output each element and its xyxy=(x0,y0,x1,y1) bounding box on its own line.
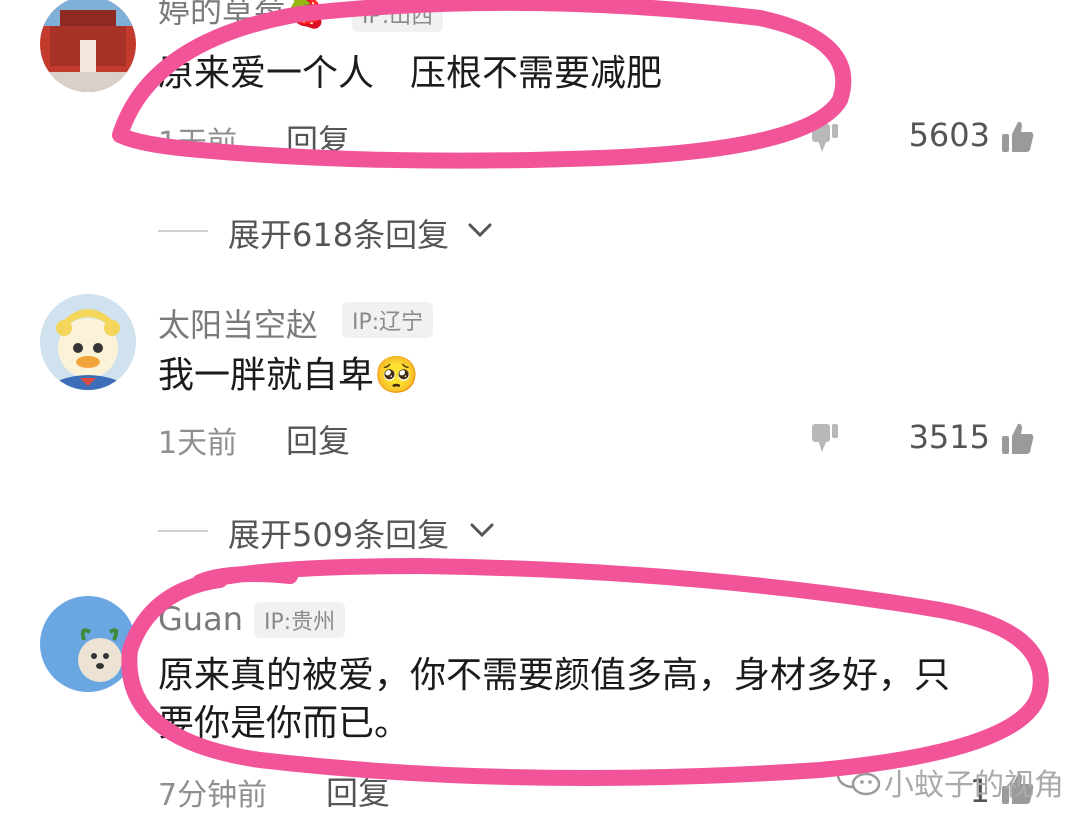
chevron-down-icon[interactable] xyxy=(466,218,494,242)
comment-text-line: 原来真的被爱，你不需要颜值多高，身材多好，只 xyxy=(158,655,951,696)
dislike-icon[interactable] xyxy=(808,420,844,456)
dislike-icon[interactable] xyxy=(808,120,844,156)
reply-button[interactable]: 回复 xyxy=(326,768,390,814)
ip-badge: IP:山西 xyxy=(352,0,444,32)
like-icon[interactable] xyxy=(998,118,1036,156)
wechat-icon xyxy=(836,761,881,796)
comment-text-content: 我一胖就自卑 xyxy=(158,355,375,396)
expand-replies-label: 展开509条回复 xyxy=(228,516,450,554)
like-count: 3515 xyxy=(908,418,990,456)
avatar[interactable] xyxy=(40,294,136,390)
watermark-text: 小蚊子的视角 xyxy=(884,768,1064,803)
comment-time: 7分钟前 xyxy=(158,778,268,813)
username-text: 婷的草莓 xyxy=(158,0,287,30)
like-icon[interactable] xyxy=(998,420,1036,458)
comment-time: 1天前 xyxy=(158,126,238,161)
ip-badge: IP:辽宁 xyxy=(342,302,434,338)
reply-button[interactable]: 回复 xyxy=(286,116,350,162)
expand-replies-button[interactable]: 展开509条回复 xyxy=(228,510,449,556)
chevron-down-icon[interactable] xyxy=(468,518,496,542)
comment-text-line: 要你是你而已。 xyxy=(158,703,411,744)
avatar[interactable] xyxy=(40,0,136,92)
username[interactable]: Guan xyxy=(158,600,243,638)
divider-line xyxy=(158,230,208,232)
like-count: 5603 xyxy=(908,116,990,154)
avatar[interactable] xyxy=(40,596,136,692)
divider-line xyxy=(158,530,208,532)
avatar-image xyxy=(40,596,136,692)
expand-replies-label: 展开618条回复 xyxy=(228,216,450,254)
username[interactable]: 太阳当空赵 xyxy=(158,300,318,346)
comment-time: 1天前 xyxy=(158,426,238,461)
expand-replies-button[interactable]: 展开618条回复 xyxy=(228,210,449,256)
reply-button[interactable]: 回复 xyxy=(286,416,350,462)
avatar-image xyxy=(40,0,136,92)
avatar-image xyxy=(40,294,136,390)
username[interactable]: 婷的草莓🍓 xyxy=(158,0,326,32)
ip-badge: IP:贵州 xyxy=(254,602,346,638)
pleading-face-icon: 🥺 xyxy=(374,355,419,396)
comment-text[interactable]: 原来爱一个人 压根不需要减肥 xyxy=(158,50,662,98)
strawberry-icon: 🍓 xyxy=(286,0,326,30)
comment-text[interactable]: 我一胖就自卑🥺 xyxy=(158,352,419,400)
comment-text[interactable]: 原来真的被爱，你不需要颜值多高，身材多好，只 要你是你而已。 xyxy=(158,652,950,748)
